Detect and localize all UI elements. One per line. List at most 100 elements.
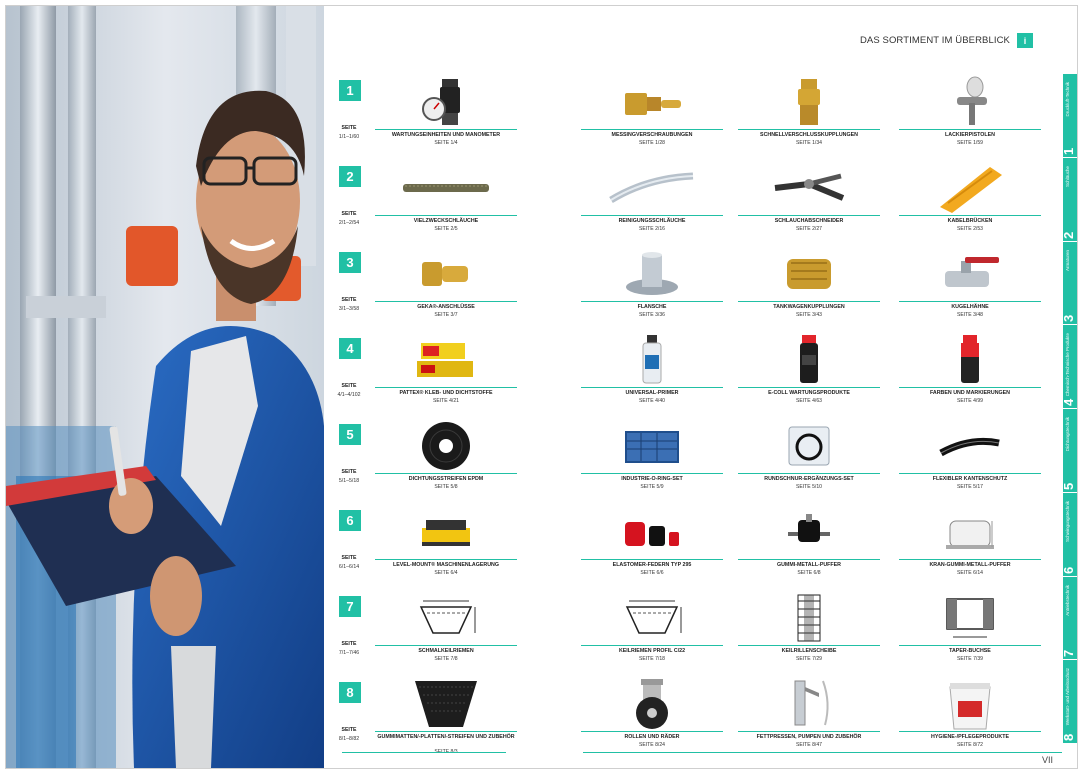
category-divider	[899, 473, 1041, 475]
section-number-badge: 8	[339, 682, 361, 703]
section-page-range: 1/1–1/60	[338, 134, 360, 140]
info-icon: i	[1017, 33, 1033, 48]
bottom-divider	[583, 752, 1062, 753]
category-page-ref: SEITE 2/53	[956, 226, 984, 232]
product-category[interactable]: TAPER-BUCHSE SEITE 7/39	[897, 590, 1043, 678]
section-page-label: SEITE	[341, 211, 357, 217]
product-category[interactable]: FLEXIBLER KANTENSCHUTZ SEITE 5/17	[897, 418, 1043, 506]
v-belt-icon	[373, 592, 519, 644]
section-tab-2[interactable]: Schläuche 2	[1061, 157, 1077, 242]
v-belt-c22-icon	[579, 592, 725, 644]
category-page-ref: SEITE 6/8	[797, 570, 821, 576]
section-tab-8[interactable]: Werkstatt- und Arbeitsschutz 8	[1061, 660, 1077, 744]
product-category[interactable]: ROLLEN UND RÄDER SEITE 8/24	[579, 676, 725, 764]
product-category[interactable]: UNIVERSAL-PRIMER SEITE 4/40	[579, 332, 725, 420]
section-number-badge: 3	[339, 252, 361, 273]
section-row-3: 3 SEITE 3/1–3/58 GEKA®-ANSCHLÜSSE SEITE 3/7 F…	[331, 246, 1051, 334]
category-divider	[581, 559, 723, 561]
product-category[interactable]: SCHNELLVERSCHLUSSKUPPLUNGEN SEITE 1/34	[736, 74, 882, 162]
category-divider	[899, 301, 1041, 303]
section-page-range: 4/1–4/102	[337, 392, 361, 398]
category-name: SCHLAUCHABSCHNEIDER	[774, 218, 844, 224]
category-page-ref: SEITE 3/36	[638, 312, 666, 318]
product-category[interactable]: INDUSTRIE-O-RING-SET SEITE 5/9	[579, 418, 725, 506]
category-name: KEILRILLENSCHEIBE	[781, 648, 837, 654]
category-name: KABELBRÜCKEN	[947, 218, 993, 224]
product-category[interactable]: PATTEX® KLEB- UND DICHTSTOFFE SEITE 4/21	[373, 332, 519, 420]
tab-number: 1	[1061, 147, 1076, 155]
product-category[interactable]: REINIGUNGSSCHLÄUCHE SEITE 2/16	[579, 160, 725, 248]
section-row-5: 5 SEITE 5/1–5/18 DICHTUNGSSTREIFEN EPDM SEIT…	[331, 418, 1051, 506]
category-page-ref: SEITE 5/17	[956, 484, 984, 490]
tab-number: 7	[1061, 650, 1076, 658]
category-divider	[899, 387, 1041, 389]
seal-roll-icon	[373, 420, 519, 472]
product-category[interactable]: FETTPRESSEN, PUMPEN UND ZUBEHÖR SEITE 8/4…	[736, 676, 882, 764]
category-divider	[581, 301, 723, 303]
product-category[interactable]: KRAN-GUMMI-METALL-PUFFER SEITE 6/14	[897, 504, 1043, 592]
category-page-ref: SEITE 3/7	[434, 312, 458, 318]
section-tab-7[interactable]: Antriebstechnik 7	[1061, 576, 1077, 661]
section-page-range: 7/1–7/46	[338, 650, 360, 656]
product-category[interactable]: FLANSCHE SEITE 3/36	[579, 246, 725, 334]
product-category[interactable]: LEVEL-MOUNT® MASCHINENLAGERUNG SEITE 6/4	[373, 504, 519, 592]
cord-set-icon	[736, 420, 882, 472]
section-row-6: 6 SEITE 6/1–6/14 LEVEL-MOUNT® MASCHINENLAGE…	[331, 504, 1051, 592]
section-number-badge: 1	[339, 80, 361, 101]
category-page-ref: SEITE 4/63	[795, 398, 823, 404]
section-tab-4[interactable]: Chemisch-Technische Produkte 4	[1061, 325, 1077, 409]
product-category[interactable]: GUMMIMATTEN/-PLATTEN/-STREIFEN UND ZUBEH…	[373, 676, 519, 764]
product-category[interactable]: GEKA®-ANSCHLÜSSE SEITE 3/7	[373, 246, 519, 334]
product-category[interactable]: LACKIERPISTOLEN SEITE 1/59	[897, 74, 1043, 162]
category-page-ref: SEITE 5/10	[795, 484, 823, 490]
category-page-ref: SEITE 1/28	[638, 140, 666, 146]
product-category[interactable]: ELASTOMER-FEDERN TYP 295 SEITE 6/6	[579, 504, 725, 592]
product-category[interactable]: SCHMALKEILRIEMEN SEITE 7/8	[373, 590, 519, 678]
product-category[interactable]: KEILRILLENSCHEIBE SEITE 7/29	[736, 590, 882, 678]
edge-protection-icon	[897, 420, 1043, 472]
category-divider	[738, 129, 880, 131]
category-page-ref: SEITE 6/4	[434, 570, 458, 576]
section-tab-1[interactable]: Druckluft-Technik 1	[1061, 74, 1077, 158]
category-divider	[375, 559, 517, 561]
category-divider	[738, 645, 880, 647]
category-page-ref: SEITE 2/16	[638, 226, 666, 232]
product-category[interactable]: HYGIENE-/PFLEGEPRODUKTE SEITE 8/72	[897, 676, 1043, 764]
category-name: FETTPRESSEN, PUMPEN UND ZUBEHÖR	[756, 734, 862, 740]
product-category[interactable]: VIELZWECKSCHLÄUCHE SEITE 2/5	[373, 160, 519, 248]
product-category[interactable]: FARBEN UND MARKIERUNGEN SEITE 4/99	[897, 332, 1043, 420]
product-category[interactable]: KUGELHÄHNE SEITE 3/48	[897, 246, 1043, 334]
product-category[interactable]: SCHLAUCHABSCHNEIDER SEITE 2/27	[736, 160, 882, 248]
product-category[interactable]: RUNDSCHNUR-ERGÄNZUNGS-SET SEITE 5/10	[736, 418, 882, 506]
section-tab-5[interactable]: Dichtungstechnik 5	[1061, 409, 1077, 493]
category-name: PATTEX® KLEB- UND DICHTSTOFFE	[399, 390, 493, 396]
section-tabs: Druckluft-Technik 1 Schläuche 2 Armaturen 3 Ch…	[1061, 74, 1077, 744]
category-divider	[375, 473, 517, 475]
section-page-range: 8/1–8/82	[338, 736, 360, 742]
category-name: HYGIENE-/PFLEGEPRODUKTE	[931, 734, 1009, 740]
category-divider	[738, 215, 880, 217]
product-category[interactable]: WARTUNGSEINHEITEN UND MANOMETER SEITE 1/4	[373, 74, 519, 162]
category-name: FLANSCHE	[637, 304, 667, 310]
spray-can-black-icon	[736, 334, 882, 386]
product-category[interactable]: DICHTUNGSSTREIFEN EPDM SEITE 5/8	[373, 418, 519, 506]
category-name: GEKA®-ANSCHLÜSSE	[417, 304, 475, 310]
brass-fitting-icon	[579, 76, 725, 128]
section-tab-6[interactable]: Schwingungstechnik 6	[1061, 492, 1077, 577]
adhesive-icon	[373, 334, 519, 386]
category-page-ref: SEITE 8/72	[956, 742, 984, 748]
category-name: FLEXIBLER KANTENSCHUTZ	[932, 476, 1008, 482]
section-page-label: SEITE	[341, 469, 357, 475]
category-divider	[899, 731, 1041, 733]
product-category[interactable]: KABELBRÜCKEN SEITE 2/53	[897, 160, 1043, 248]
section-tab-3[interactable]: Armaturen 3	[1061, 241, 1077, 326]
category-divider	[375, 215, 517, 217]
product-category[interactable]: GUMMI-METALL-PUFFER SEITE 6/8	[736, 504, 882, 592]
product-category[interactable]: KEILRIEMEN PROFIL C/22 SEITE 7/18	[579, 590, 725, 678]
category-name: MESSINGVERSCHRAUBUNGEN	[611, 132, 693, 138]
product-category[interactable]: E-COLL WARTUNGSPRODUKTE SEITE 4/63	[736, 332, 882, 420]
category-name: VIELZWECKSCHLÄUCHE	[413, 218, 479, 224]
category-page-ref: SEITE 3/48	[956, 312, 984, 318]
product-category[interactable]: TANKWAGENKUPPLUNGEN SEITE 3/43	[736, 246, 882, 334]
product-category[interactable]: MESSINGVERSCHRAUBUNGEN SEITE 1/28	[579, 74, 725, 162]
